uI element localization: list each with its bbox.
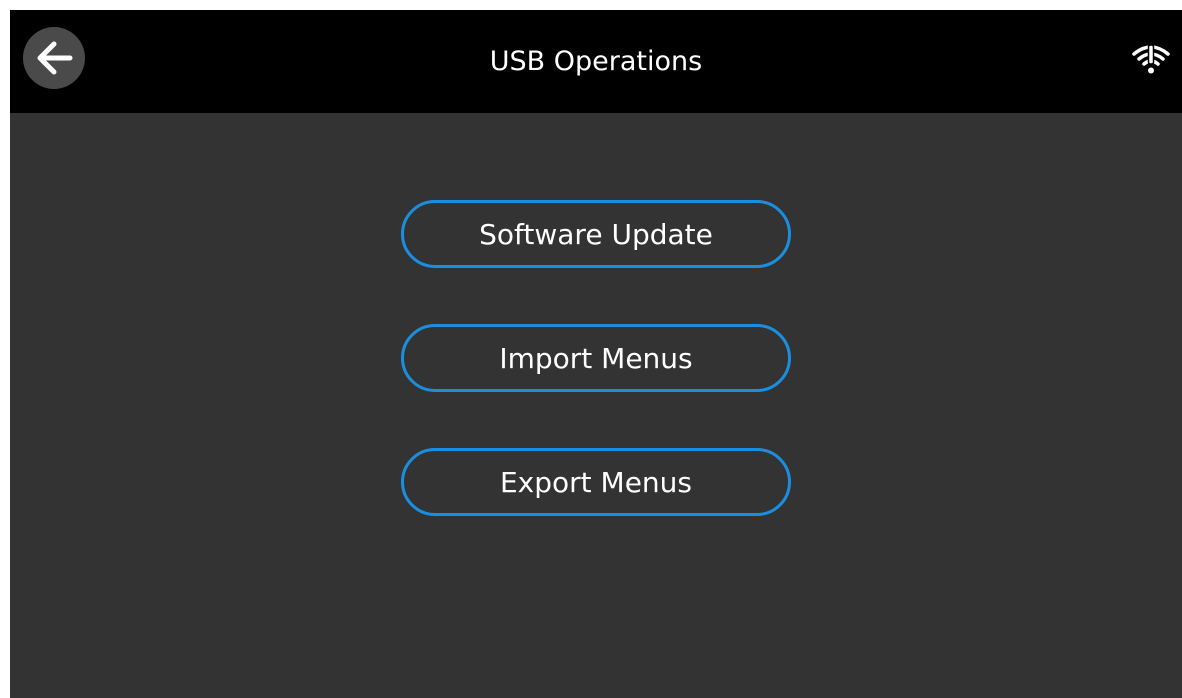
software-update-button[interactable]: Software Update <box>401 200 791 268</box>
import-menus-button[interactable]: Import Menus <box>401 324 791 392</box>
export-menus-button[interactable]: Export Menus <box>401 448 791 516</box>
header-bar: USB Operations <box>10 10 1182 113</box>
page-title: USB Operations <box>489 46 703 77</box>
wifi-alert-icon[interactable] <box>1131 43 1171 75</box>
usb-operations-screen: USB Operations Software Update Import Me… <box>10 10 1182 698</box>
